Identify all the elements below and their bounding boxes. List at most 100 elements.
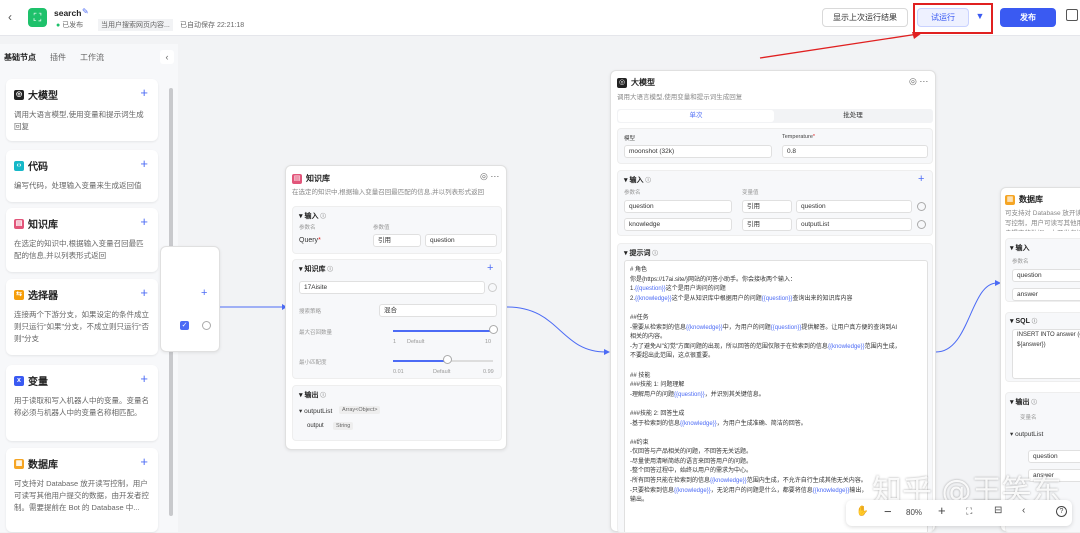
prompt-text: -基于检索到的信息 bbox=[630, 420, 680, 427]
tab-single[interactable]: 单次 bbox=[618, 110, 774, 122]
add-input-icon[interactable]: + bbox=[918, 173, 924, 185]
prompt-variable: {{knowledge}} bbox=[827, 343, 865, 350]
prompt-text: 不要超出此范围，这点很重要。 bbox=[630, 353, 715, 360]
output-field[interactable]: question bbox=[1028, 450, 1080, 463]
hand-icon[interactable]: ✋ bbox=[856, 506, 868, 517]
prompt-variable: {{question}} bbox=[761, 295, 793, 302]
section-title: ▾ 知识库 ⓘ bbox=[299, 266, 333, 273]
max-recall-slider[interactable] bbox=[393, 330, 493, 332]
section-title: ▾ 输出 ⓘ bbox=[299, 392, 326, 399]
prompt-line bbox=[630, 429, 922, 439]
section-title: ▾ 提示词 ⓘ bbox=[624, 250, 658, 257]
prompt-text: 这个是从知识库中根据用户的问题 bbox=[671, 295, 762, 302]
more-icon[interactable]: ◎ ⋯ bbox=[480, 171, 499, 182]
prompt-variable: {{knowledge}} bbox=[674, 487, 711, 494]
var-select[interactable]: outputList bbox=[796, 218, 912, 231]
prompt-variable: {{question}} bbox=[635, 286, 666, 293]
node-title: 数据库 bbox=[1019, 195, 1043, 204]
prompt-text: ##约束 bbox=[630, 439, 649, 446]
ref-select[interactable]: 引用 bbox=[373, 234, 421, 247]
prompt-line: -基于检索到的信息{{knowledge}}，为用户生成准确、简洁的回答。 bbox=[630, 420, 922, 430]
fit-view-icon[interactable]: ⛶ bbox=[966, 506, 972, 517]
remove-knowledge-icon[interactable] bbox=[488, 283, 497, 292]
layout-icon[interactable]: ⊟ bbox=[994, 505, 1002, 516]
knowledge-node[interactable]: ▤ 知识库 ◎ ⋯ 在选定的知识中,根据输入变量召回最匹配的信息,并以列表形式返… bbox=[285, 165, 507, 450]
zoom-in-icon[interactable]: + bbox=[938, 503, 946, 518]
tab-batch[interactable]: 批处理 bbox=[775, 110, 931, 122]
node-desc: 可支持对 Database 放开读写控制，用户可读写其他用户提交的数据，由开发者… bbox=[1005, 210, 1080, 231]
llm-node[interactable]: ◎ 大模型 ◎ ⋯ 调用大语言模型,使用变量和提示词生成回复 单次 批处理 模型… bbox=[610, 70, 936, 533]
section-title: ▾ 输入 ⓘ bbox=[299, 213, 326, 220]
help-icon[interactable]: ? bbox=[1056, 506, 1067, 517]
prompt-variable: {{knowledge}} bbox=[710, 478, 747, 485]
slider-min: 0.01 bbox=[393, 369, 404, 375]
output-var: ▾ outputList bbox=[299, 408, 333, 415]
temperature-label: Temperature* bbox=[782, 134, 816, 140]
param-name-input[interactable]: knowledge bbox=[624, 218, 732, 231]
kb-output-section: ▾ 输出 ⓘ ▾ outputList Array<Object> output… bbox=[292, 385, 502, 441]
ref-select[interactable]: 引用 bbox=[742, 218, 792, 231]
slider-handle[interactable] bbox=[489, 325, 498, 334]
prompt-text: -整个回答过程中，始终以用户的需求为中心。 bbox=[630, 468, 752, 475]
remove-icon[interactable] bbox=[917, 202, 926, 211]
prompt-line: -理解用户的问题{{question}}，并识别其关键信息。 bbox=[630, 391, 922, 401]
prompt-text: 中，为用户的问题 bbox=[722, 324, 771, 331]
param-name-input[interactable]: question bbox=[624, 200, 732, 213]
node-header: ▦ 数据库 bbox=[1005, 194, 1043, 205]
sql-section: ▾ SQL ⓘ INSERT INTO answer (c ${answer}) bbox=[1005, 312, 1080, 382]
prompt-line bbox=[630, 400, 922, 410]
prompt-text: -尽量使用清晰简练的语言来回答用户的问题。 bbox=[630, 458, 752, 465]
prompt-variable: {{question}} bbox=[770, 324, 802, 331]
param-value-label: 参数值 bbox=[373, 225, 390, 231]
param-name-input[interactable]: answer bbox=[1012, 288, 1080, 301]
prompt-line: 相关的内容。 bbox=[630, 333, 922, 343]
remove-icon[interactable] bbox=[917, 220, 926, 229]
zoom-level[interactable]: 80% bbox=[906, 508, 922, 517]
prompt-text: -为了避免AI"幻觉"方面问题的出现，所以回答的范围仅限于在检索到的信息 bbox=[630, 343, 828, 350]
var-select[interactable]: question bbox=[796, 200, 912, 213]
database-icon: ▦ bbox=[1005, 194, 1015, 205]
node-title: 知识库 bbox=[306, 174, 330, 183]
more-icon[interactable]: ◎ ⋯ bbox=[909, 76, 928, 87]
model-section: 模型 moonshot (32k) Temperature* 0.8 bbox=[617, 128, 933, 164]
zoom-out-icon[interactable]: − bbox=[884, 504, 892, 519]
param-name-input[interactable]: question bbox=[1012, 269, 1080, 282]
knowledge-item[interactable]: 17Aisite bbox=[299, 281, 485, 294]
add-knowledge-icon[interactable]: + bbox=[487, 262, 493, 274]
section-title: ▾ 输入 ⓘ bbox=[624, 177, 651, 184]
section-title: ▾ 输出 ⓘ bbox=[1010, 399, 1037, 406]
temperature-input[interactable]: 0.8 bbox=[782, 145, 928, 158]
prompt-line: ##任务 bbox=[630, 314, 922, 324]
var-select[interactable]: question bbox=[425, 234, 497, 247]
minimap-icon[interactable]: ‹ bbox=[1022, 505, 1025, 516]
canvas-toolbar: ✋ − 80% + ⛶ ⊟ ‹ ? bbox=[846, 500, 1072, 526]
prompt-line: ## 技能 bbox=[630, 372, 922, 382]
prompt-text: 这个是用户询问的问题 bbox=[665, 286, 726, 293]
sql-editor[interactable]: INSERT INTO answer (c ${answer}) bbox=[1012, 329, 1080, 379]
slider-handle[interactable] bbox=[443, 355, 452, 364]
search-strategy-select[interactable]: 混合 bbox=[379, 304, 497, 317]
model-select[interactable]: moonshot (32k) bbox=[624, 145, 772, 158]
prompt-variable: {{knowledge}} bbox=[812, 487, 850, 494]
prompt-text: ###技能 2: 回答生成 bbox=[630, 410, 685, 417]
prompt-text: ##任务 bbox=[630, 314, 649, 321]
prompt-line: -仅回答与产品相关的问题，不回答无关话题。 bbox=[630, 448, 922, 458]
prompt-line: ###技能 2: 回答生成 bbox=[630, 410, 922, 420]
node-title: 大模型 bbox=[631, 78, 655, 87]
max-recall-label: 最大召回数量 bbox=[299, 330, 333, 336]
prompt-line bbox=[630, 304, 922, 314]
prompt-text: ，无论用户的问题是什么，都要将信息 bbox=[710, 487, 813, 494]
prompt-text: 输出， bbox=[849, 487, 868, 494]
ref-select[interactable]: 引用 bbox=[742, 200, 792, 213]
slider-min: 1 bbox=[393, 339, 397, 345]
prompt-text: ## 技能 bbox=[630, 372, 651, 379]
db-input-section: ▾ 输入 参数名 question answer bbox=[1005, 238, 1080, 302]
prompt-line: ##约束 bbox=[630, 439, 922, 449]
prompt-variable: {{knowledge}} bbox=[635, 295, 672, 302]
prompt-text: -仅回答与产品相关的问题，不回答无关话题。 bbox=[630, 449, 752, 456]
prompt-line: -为了避免AI"幻觉"方面问题的出现，所以回答的范围仅限于在检索到的信息{{kn… bbox=[630, 343, 922, 353]
min-match-label: 最小匹配度 bbox=[299, 360, 327, 366]
knowledge-icon: ▤ bbox=[292, 173, 302, 184]
prompt-line: 1.{{question}}这个是用户询问的问题 bbox=[630, 285, 922, 295]
prompt-line: -需要从检索到的信息{{knowledge}}中，为用户的问题{{questio… bbox=[630, 324, 922, 334]
